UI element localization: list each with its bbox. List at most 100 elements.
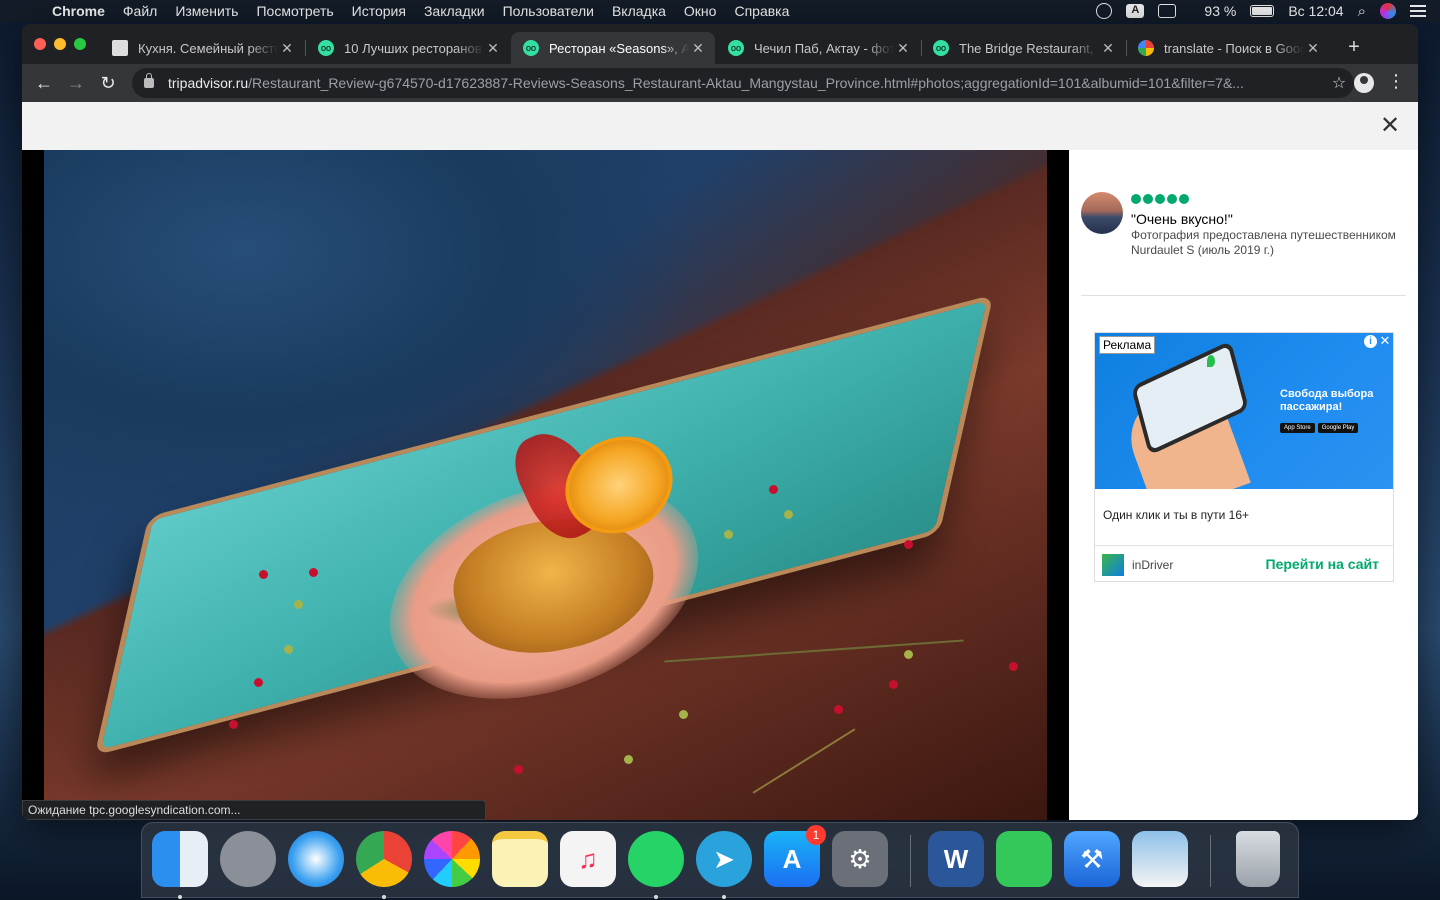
lock-icon[interactable]: [144, 73, 154, 88]
dock-separator: [910, 835, 911, 887]
tripadvisor-icon: oo: [318, 40, 334, 56]
close-tab-icon[interactable]: ✕: [278, 40, 296, 57]
divider: [1081, 295, 1406, 296]
macos-menubar: Chrome Файл Изменить Посмотреть История …: [0, 0, 1440, 22]
address-bar[interactable]: tripadvisor.ru /Restaurant_Review-g67457…: [132, 68, 1354, 98]
close-window-button[interactable]: [34, 38, 46, 50]
photo-caption: Фотография предоставлена путешественнико…: [1131, 228, 1396, 257]
close-tab-icon[interactable]: ✕: [1099, 40, 1117, 57]
new-tab-button[interactable]: +: [1342, 36, 1366, 59]
bookmark-star-icon[interactable]: ☆: [1324, 73, 1354, 93]
close-tab-icon[interactable]: ✕: [689, 40, 707, 57]
window-controls: [34, 38, 86, 50]
chrome-menu-icon[interactable]: ⋮: [1386, 71, 1406, 92]
whatsapp-icon[interactable]: [628, 831, 684, 887]
notes-icon[interactable]: [492, 831, 548, 887]
menu-view[interactable]: Посмотреть: [256, 3, 333, 19]
telegram-icon[interactable]: ➤: [696, 831, 752, 887]
food-photo[interactable]: [44, 150, 1047, 820]
chrome-window: Кухня. Семейный ресторан ✕ oo 10 Лучших …: [22, 24, 1418, 820]
menu-people[interactable]: Пользователи: [503, 3, 594, 19]
tab-kukhnya[interactable]: Кухня. Семейный ресторан ✕: [100, 32, 304, 64]
battery-percent[interactable]: 93 %: [1204, 3, 1236, 19]
back-arrow-icon[interactable]: ←: [32, 71, 56, 95]
tab-title: Кухня. Семейный ресторан: [138, 40, 278, 56]
tab-top-restaurants[interactable]: oo 10 Лучших ресторанов Актау ✕: [306, 32, 510, 64]
advertisement[interactable]: Свобода выбора пассажира! App Store Goog…: [1094, 332, 1394, 582]
dock-separator: [1210, 835, 1211, 887]
review-title[interactable]: "Очень вкусно!": [1131, 211, 1233, 227]
ad-body-text: Один клик и ты в пути 16+: [1103, 508, 1249, 522]
fullscreen-window-button[interactable]: [74, 38, 86, 50]
ad-headline: Свобода выбора пассажира!: [1280, 388, 1374, 413]
tab-title: Чечил Паб, Актау - фото: [754, 40, 894, 56]
close-tab-icon[interactable]: ✕: [1304, 40, 1322, 57]
peppercorn-graphic: [784, 510, 793, 519]
ad-close-icon[interactable]: ✕: [1378, 334, 1392, 348]
safari-icon[interactable]: [288, 831, 344, 887]
input-source-indicator[interactable]: A: [1126, 4, 1145, 18]
peppercorn-graphic: [229, 720, 238, 729]
ad-brand-name: inDriver: [1132, 558, 1174, 572]
siri-icon[interactable]: [1380, 3, 1396, 19]
launchpad-icon[interactable]: [220, 831, 276, 887]
ad-banner-image[interactable]: Свобода выбора пассажира! App Store Goog…: [1095, 333, 1393, 489]
finder-icon[interactable]: [152, 831, 208, 887]
notification-center-icon[interactable]: [1410, 5, 1426, 17]
app-store-update-badge: 1: [806, 825, 826, 845]
word-icon[interactable]: W: [928, 831, 984, 887]
rating-bubbles: [1131, 194, 1189, 204]
chrome-icon[interactable]: [356, 831, 412, 887]
close-tab-icon[interactable]: ✕: [484, 40, 502, 57]
menu-edit[interactable]: Изменить: [175, 3, 238, 19]
trash-icon[interactable]: [1236, 831, 1280, 887]
tripadvisor-icon: oo: [933, 40, 949, 56]
app-store-icon[interactable]: A1: [764, 825, 826, 887]
minimize-window-button[interactable]: [54, 38, 66, 50]
tab-chechil-pub[interactable]: oo Чечил Паб, Актау - фото ✕: [716, 32, 920, 64]
close-photo-viewer-icon[interactable]: ✕: [1376, 112, 1404, 140]
tab-title: The Bridge Restaurant, Актау: [959, 40, 1099, 56]
forward-arrow-icon[interactable]: →: [64, 71, 88, 95]
tab-seasons-active[interactable]: oo Ресторан «Seasons», Актау ✕: [511, 32, 715, 64]
keyboard-icon[interactable]: [1158, 4, 1177, 18]
ad-cta-link[interactable]: Перейти на сайт: [1266, 556, 1379, 572]
xcode-icon[interactable]: ⚒: [1064, 831, 1120, 887]
photos-icon[interactable]: [424, 831, 480, 887]
facetime-icon[interactable]: [996, 831, 1052, 887]
app-menu-chrome[interactable]: Chrome: [52, 3, 105, 19]
close-tab-icon[interactable]: ✕: [894, 40, 912, 57]
rating-bubble-icon: [1155, 194, 1165, 204]
reviewer-avatar[interactable]: [1081, 192, 1123, 234]
system-preferences-icon[interactable]: ⚙: [832, 831, 888, 887]
menu-window[interactable]: Окно: [684, 3, 717, 19]
menubar-status-area: A 93 % Вс 12:04 ⌕: [1096, 0, 1426, 22]
menu-history[interactable]: История: [352, 3, 406, 19]
peppercorn-graphic: [254, 678, 263, 687]
peppercorn-graphic: [834, 705, 843, 714]
running-indicator: [178, 895, 182, 899]
book-icon: [112, 40, 128, 56]
preview-icon[interactable]: [1132, 831, 1188, 887]
page-content: ✕ "Очень вкусно!" Фотография предоставле…: [22, 102, 1418, 820]
battery-icon[interactable]: [1250, 5, 1275, 17]
ad-info-icon[interactable]: i: [1364, 335, 1377, 348]
tab-google-translate[interactable]: translate - Поиск в Google ✕: [1126, 32, 1330, 64]
menu-help[interactable]: Справка: [734, 3, 789, 19]
profile-avatar-icon[interactable]: [1354, 73, 1374, 93]
tripadvisor-icon: oo: [523, 40, 539, 56]
spotlight-search-icon[interactable]: ⌕: [1358, 3, 1366, 20]
menu-bookmarks[interactable]: Закладки: [424, 3, 485, 19]
tripadvisor-icon: oo: [728, 40, 744, 56]
music-icon[interactable]: ♫: [560, 831, 616, 887]
macos-dock: ♫ ➤ A1 ⚙ W ⚒: [141, 822, 1299, 899]
tab-bridge-restaurant[interactable]: oo The Bridge Restaurant, Актау ✕: [921, 32, 1125, 64]
ad-footer: inDriver Перейти на сайт: [1095, 545, 1393, 581]
menu-tab[interactable]: Вкладка: [612, 3, 666, 19]
tab-title: 10 Лучших ресторанов Актау: [344, 40, 484, 56]
reload-icon[interactable]: ↻: [96, 71, 120, 95]
tab-title: Ресторан «Seasons», Актау: [549, 40, 689, 56]
menubar-clock[interactable]: Вс 12:04: [1288, 3, 1343, 19]
menu-file[interactable]: Файл: [123, 3, 157, 19]
telegram-status-icon[interactable]: [1096, 3, 1113, 19]
